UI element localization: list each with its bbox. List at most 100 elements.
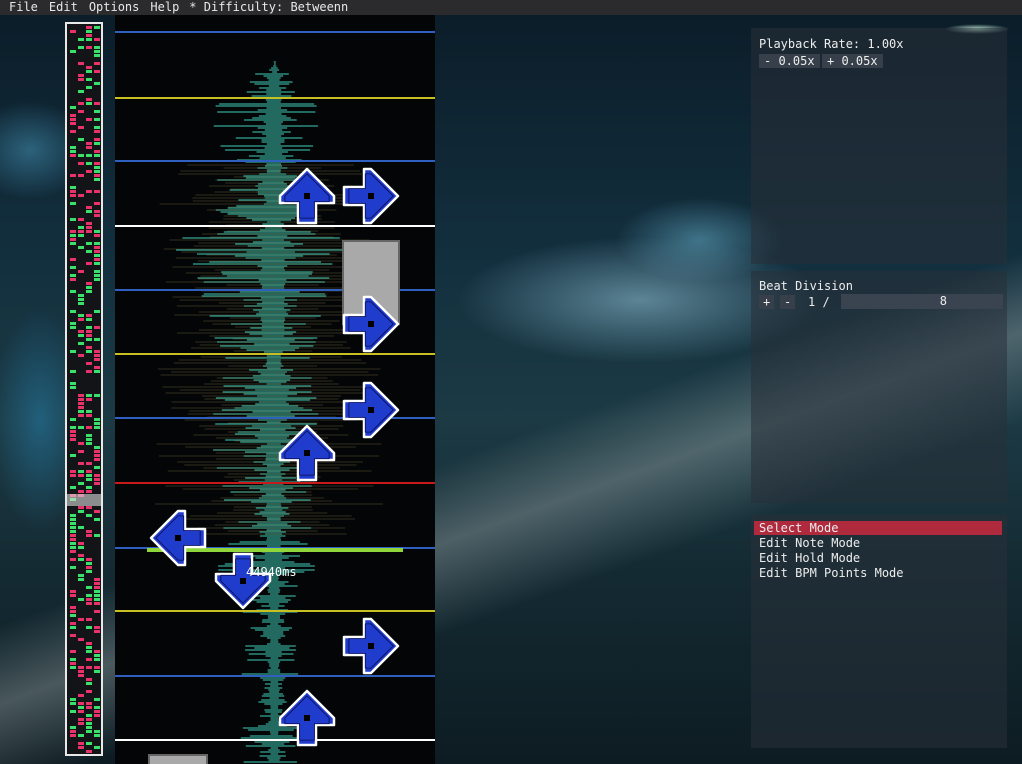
minimap-note [86, 30, 92, 33]
minimap-note [78, 342, 84, 345]
minimap-note [78, 414, 84, 417]
minimap-note [86, 286, 92, 289]
minimap-note [86, 46, 92, 49]
minimap-note [86, 426, 92, 429]
minimap-note [86, 206, 92, 209]
minimap-note [94, 422, 100, 425]
minimap-note [94, 170, 100, 173]
minimap-note [94, 482, 100, 485]
beat-division-minus-button[interactable]: - [780, 295, 796, 309]
minimap-note [86, 690, 92, 693]
minimap-note [94, 278, 100, 281]
minimap-note [86, 242, 92, 245]
minimap-note [70, 486, 76, 489]
minimap-note [86, 434, 92, 437]
minimap-note [94, 698, 100, 701]
minimap-note [70, 542, 76, 545]
minimap-note [78, 558, 84, 561]
minimap-note [78, 442, 84, 445]
minimap-note [94, 70, 100, 73]
beat-division-plus-button[interactable]: + [759, 295, 775, 309]
minimap-note [78, 174, 84, 177]
menu-help[interactable]: Help [145, 0, 185, 15]
minimap-note [70, 382, 76, 385]
mode-edit-note[interactable]: Edit Note Mode [754, 536, 1002, 550]
minimap-note [86, 598, 92, 601]
minimap-note [78, 314, 84, 317]
arrow-center-dot [368, 321, 374, 327]
arrow-center-dot [304, 450, 310, 456]
minimap-note [86, 558, 92, 561]
minimap-note [94, 250, 100, 253]
minimap-note [86, 730, 92, 733]
minimap-view-cursor[interactable] [67, 494, 101, 506]
menu-edit[interactable]: Edit [44, 0, 84, 15]
minimap-note [94, 426, 100, 429]
mode-edit-hold[interactable]: Edit Hold Mode [754, 551, 1002, 565]
minimap-note [86, 490, 92, 493]
minimap-note [70, 114, 76, 117]
minimap-note [86, 658, 92, 661]
minimap-note [70, 454, 76, 457]
minimap-note [78, 638, 84, 641]
minimap-note [70, 658, 76, 661]
beat-division-prefix: 1 / [808, 295, 830, 309]
minimap-note [94, 338, 100, 341]
chart-editor[interactable]: 44940ms [115, 15, 435, 764]
minimap-note [86, 86, 92, 89]
mode-edit-bpm-points[interactable]: Edit BPM Points Mode [754, 566, 1002, 580]
minimap-note [70, 514, 76, 517]
mode-select[interactable]: Select Mode [754, 521, 1002, 535]
minimap-note [70, 326, 76, 329]
minimap-note [94, 210, 100, 213]
minimap-note [78, 482, 84, 485]
minimap-note [94, 354, 100, 357]
minimap-note [78, 510, 84, 513]
minimap-note [86, 678, 92, 681]
minimap-note [70, 538, 76, 541]
playback-decrease-button[interactable]: - 0.05x [759, 54, 820, 68]
minimap-note [78, 506, 84, 509]
minimap-note [70, 730, 76, 733]
note-arrow-up [278, 689, 336, 747]
minimap-note [78, 470, 84, 473]
minimap-note [78, 270, 84, 273]
minimap-note [78, 162, 84, 165]
menu-options[interactable]: Options [84, 0, 146, 15]
minimap-note [86, 594, 92, 597]
minimap-note [70, 118, 76, 121]
minimap-note [94, 246, 100, 249]
chart-minimap[interactable] [65, 22, 103, 756]
minimap-note [86, 34, 92, 37]
minimap-note [94, 38, 100, 41]
minimap-note [78, 734, 84, 737]
menu-bar: File Edit Options Help * Difficulty: Bet… [0, 0, 1022, 15]
minimap-note [70, 290, 76, 293]
minimap-note [78, 694, 84, 697]
minimap-note [78, 230, 84, 233]
minimap-note [86, 338, 92, 341]
minimap-note [86, 682, 92, 685]
minimap-note [78, 126, 84, 129]
chart-canvas[interactable]: 44940ms [115, 15, 435, 764]
playback-increase-button[interactable]: + 0.05x [822, 54, 883, 68]
minimap-note [70, 470, 76, 473]
minimap-note [94, 730, 100, 733]
minimap-note [78, 574, 84, 577]
minimap-note [78, 194, 84, 197]
minimap-note [70, 530, 76, 533]
minimap-note [94, 598, 100, 601]
minimap-note [78, 406, 84, 409]
minimap-note [70, 130, 76, 133]
menu-file[interactable]: File [0, 0, 44, 15]
minimap-note [78, 74, 84, 77]
minimap-note [70, 474, 76, 477]
minimap-note [70, 606, 76, 609]
beat-division-input[interactable]: 8 [841, 294, 1003, 309]
minimap-note [86, 646, 92, 649]
minimap-note [86, 562, 92, 565]
arrow-center-dot [304, 715, 310, 721]
minimap-note [86, 290, 92, 293]
minimap-note [70, 50, 76, 53]
minimap-note [70, 350, 76, 353]
